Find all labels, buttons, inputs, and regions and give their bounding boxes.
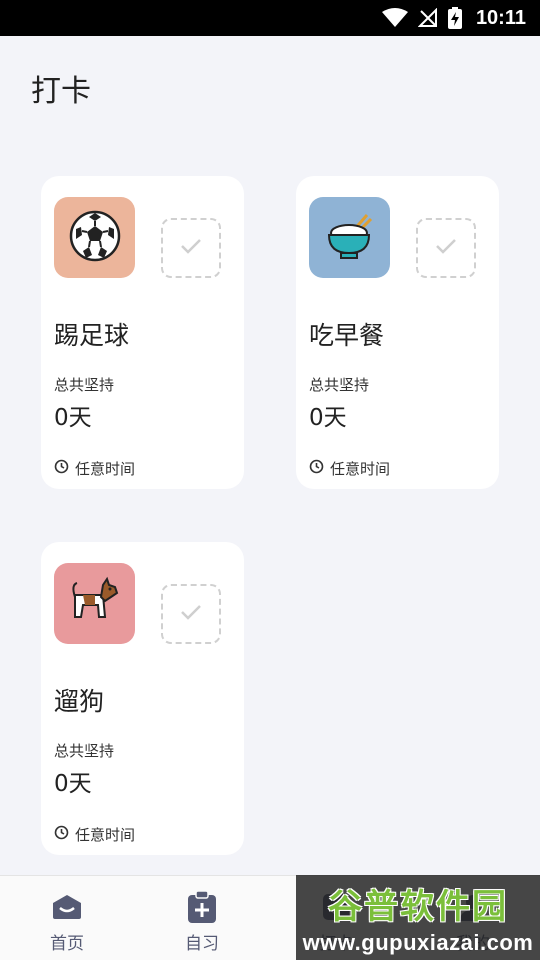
- total-label: 总共坚持: [309, 376, 370, 394]
- time-label: 任意时间: [330, 460, 391, 478]
- home-icon: [51, 891, 83, 923]
- checkin-checkbox[interactable]: [161, 218, 221, 278]
- check-icon: [179, 603, 203, 625]
- nav-label: 自习: [185, 934, 219, 954]
- check-icon: [434, 237, 458, 259]
- habit-card-breakfast[interactable]: 吃早餐 总共坚持 0天 任意时间: [296, 176, 499, 489]
- watermark-url: www.gupuxiazai.com: [302, 930, 534, 955]
- habit-name: 踢足球: [54, 321, 130, 350]
- time-label: 任意时间: [75, 460, 136, 478]
- time-label: 任意时间: [75, 826, 136, 844]
- time-row: 任意时间: [54, 458, 135, 479]
- battery-charging-icon: [447, 7, 462, 29]
- time-row: 任意时间: [309, 458, 390, 479]
- nav-item-home[interactable]: 首页: [22, 891, 112, 954]
- clipboard-plus-icon: [187, 891, 217, 923]
- soccer-ball-icon: [68, 209, 122, 267]
- clock-icon: [54, 825, 69, 844]
- nav-item-study[interactable]: 自习: [157, 891, 247, 954]
- wifi-icon: [381, 8, 408, 28]
- habit-thumbnail: [309, 197, 390, 278]
- total-label: 总共坚持: [54, 742, 115, 760]
- no-signal-icon: [417, 8, 438, 28]
- time-row: 任意时间: [54, 824, 135, 845]
- habit-name: 吃早餐: [309, 321, 385, 350]
- dog-icon: [67, 575, 123, 633]
- habit-card-walk-dog[interactable]: 遛狗 总共坚持 0天 任意时间: [41, 542, 244, 855]
- total-value: 0天: [54, 405, 92, 431]
- checkin-checkbox[interactable]: [416, 218, 476, 278]
- check-icon: [179, 237, 203, 259]
- watermark-title: 谷普软件园: [328, 887, 508, 927]
- total-label: 总共坚持: [54, 376, 115, 394]
- habit-thumbnail: [54, 563, 135, 644]
- status-time: 10:11: [475, 6, 526, 29]
- rice-bowl-icon: [323, 209, 377, 267]
- habit-card-soccer[interactable]: 踢足球 总共坚持 0天 任意时间: [41, 176, 244, 489]
- watermark: 谷普软件园 www.gupuxiazai.com: [296, 875, 540, 960]
- habit-thumbnail: [54, 197, 135, 278]
- clock-icon: [54, 459, 69, 478]
- clock-icon: [309, 459, 324, 478]
- habit-name: 遛狗: [54, 687, 105, 716]
- nav-label: 首页: [50, 934, 84, 954]
- checkin-checkbox[interactable]: [161, 584, 221, 644]
- total-value: 0天: [54, 771, 92, 797]
- page-title: 打卡: [31, 74, 91, 109]
- status-bar: 10:11: [0, 0, 540, 36]
- total-value: 0天: [309, 405, 347, 431]
